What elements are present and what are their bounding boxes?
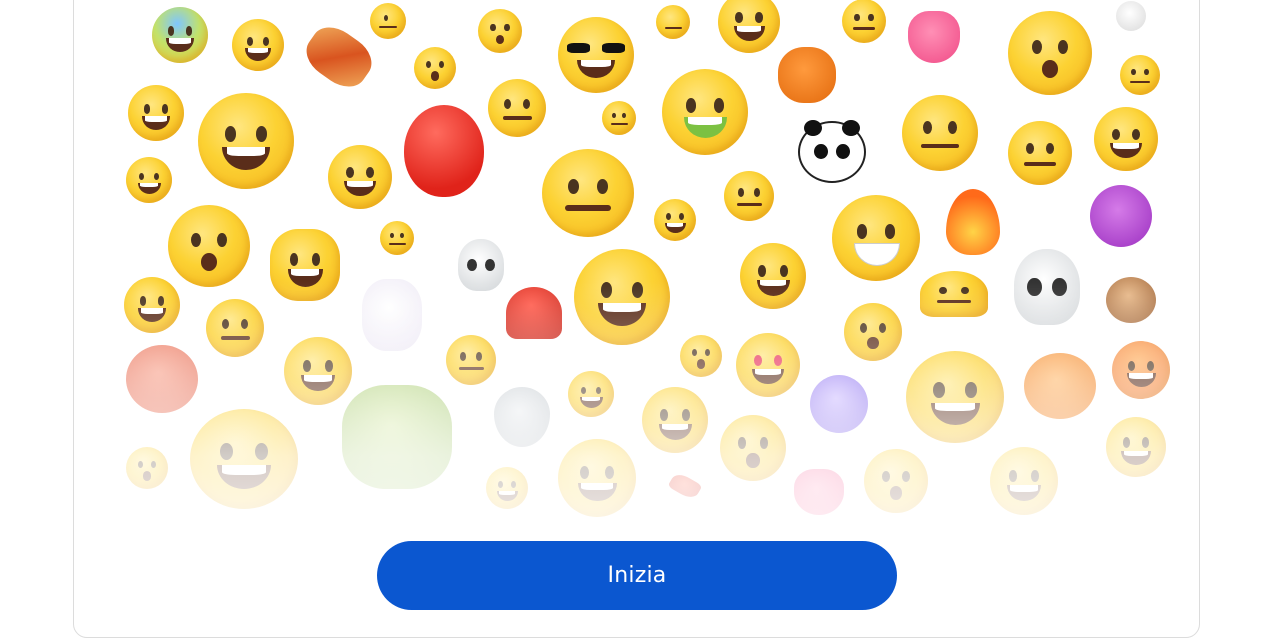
smiling-heart-icon xyxy=(908,11,960,63)
balloon-icon xyxy=(404,105,484,197)
neutral-face-icon xyxy=(1008,121,1072,185)
hot-dog-icon xyxy=(298,18,380,96)
grimacing-face-icon xyxy=(1094,107,1158,171)
pleading-face-icon xyxy=(842,0,886,43)
beaming-face-icon xyxy=(328,145,392,209)
magic-wand-face-icon xyxy=(542,149,634,237)
panda-icon xyxy=(798,119,866,183)
pumpkin-icon xyxy=(778,47,836,103)
nauseated-face-icon xyxy=(662,69,748,155)
smirking-grin-face-icon xyxy=(198,93,294,189)
skeptical-face-icon xyxy=(902,95,978,171)
emoji-fade-overlay xyxy=(74,281,1199,531)
sunglasses-face-icon xyxy=(558,17,634,93)
blowing-kiss-face-icon xyxy=(232,19,284,71)
grimace-face-icon xyxy=(126,157,172,203)
crossed-eyes-face-icon xyxy=(1120,55,1160,95)
fire-icon xyxy=(946,189,1000,255)
start-button[interactable]: Inizia xyxy=(377,541,897,610)
cold-sweat-face-icon xyxy=(152,7,208,63)
worried-face-icon xyxy=(380,221,414,255)
sleepy-face-icon xyxy=(656,5,690,39)
one-eye-face-icon xyxy=(370,3,406,39)
tongue-face-icon xyxy=(478,9,522,53)
open-mouth-face-icon xyxy=(168,205,250,287)
money-mouth-face-icon xyxy=(602,101,636,135)
hugging-face-icon xyxy=(654,199,696,241)
grinning-face-icon xyxy=(718,0,780,53)
holding-back-tears-face-icon xyxy=(128,85,184,141)
mask-face-icon xyxy=(832,195,920,281)
hot-beverage-icon xyxy=(1116,1,1146,31)
emoji-collage xyxy=(74,0,1199,531)
slightly-smiling-face-icon xyxy=(488,79,546,137)
party-face-icon xyxy=(1008,11,1092,95)
tongue-out-face-icon xyxy=(414,47,456,89)
smiling-face-with-horns-icon xyxy=(1090,185,1152,247)
slight-smile-face-icon xyxy=(724,171,774,221)
